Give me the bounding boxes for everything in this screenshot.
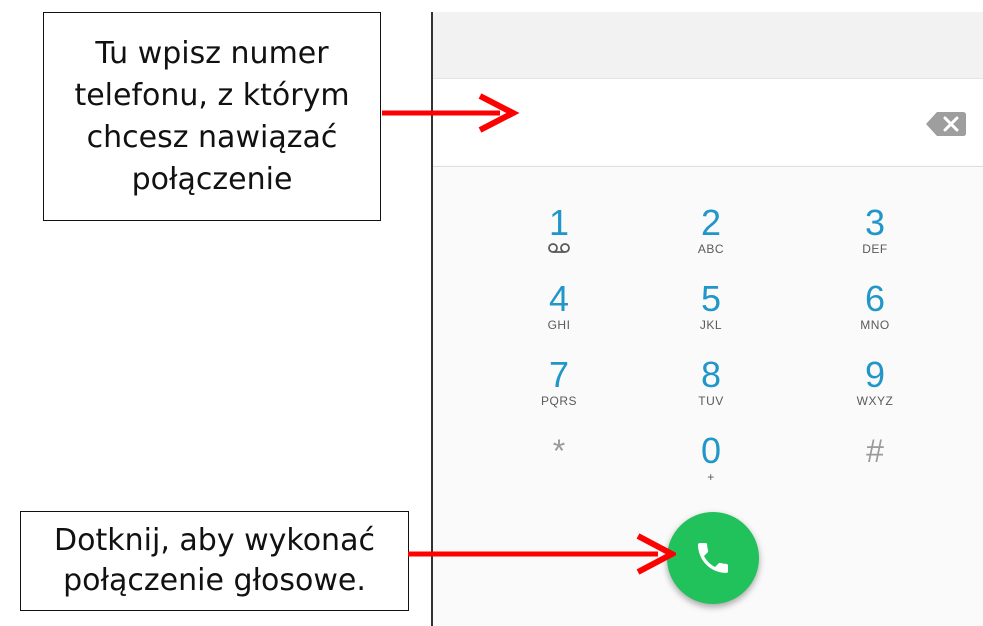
key-letters: PQRS (540, 394, 577, 408)
key-symbol: # (866, 433, 884, 469)
key-letters: JKL (699, 318, 723, 332)
key-digit: 5 (700, 278, 722, 319)
key-digit: 6 (864, 278, 886, 319)
number-hint-text: Tu wpisz numer telefonu, z którym chcesz… (74, 33, 349, 201)
dialpad-key-star[interactable]: * (489, 432, 629, 502)
dialpad-key-2[interactable]: 2 ABC (641, 204, 781, 274)
number-hint-line: telefonu, z którym (74, 77, 350, 113)
key-symbol: * (552, 433, 566, 469)
key-digit: 0 (700, 430, 722, 471)
key-digit: 8 (700, 354, 722, 395)
key-digit: 3 (864, 202, 886, 243)
key-digit: 7 (548, 354, 570, 395)
call-hint-text: Dotknij, aby wykonać połączenie głosowe. (54, 521, 375, 601)
call-hint-callout: Dotknij, aby wykonać połączenie głosowe. (20, 511, 409, 611)
dialpad-key-0[interactable]: 0 + (641, 432, 781, 502)
key-letters: ABC (697, 242, 725, 256)
dialpad-key-4[interactable]: 4 GHI (489, 280, 629, 350)
dialpad-key-3[interactable]: 3 DEF (805, 204, 945, 274)
number-hint-callout: Tu wpisz numer telefonu, z którym chcesz… (43, 12, 381, 221)
dialpad-key-6[interactable]: 6 MNO (805, 280, 945, 350)
call-hint-arrow (408, 533, 676, 575)
key-digit: 1 (548, 202, 570, 243)
dialpad-key-1[interactable]: 1 (489, 204, 629, 274)
dialpad-key-7[interactable]: 7 PQRS (489, 356, 629, 426)
call-button[interactable] (667, 512, 759, 604)
dialpad-key-hash[interactable]: # (805, 432, 945, 502)
key-letters: + (707, 470, 715, 484)
dialpad-key-9[interactable]: 9 WXYZ (805, 356, 945, 426)
key-letters: TUV (698, 394, 724, 408)
key-letters: WXYZ (856, 394, 894, 408)
dialpad-key-5[interactable]: 5 JKL (641, 280, 781, 350)
key-digit: 9 (864, 354, 886, 395)
key-letters: GHI (547, 318, 571, 332)
key-letters: DEF (862, 242, 888, 256)
number-hint-arrow (382, 93, 520, 133)
phone-icon (698, 543, 728, 573)
number-hint-line: Tu wpisz numer (95, 35, 329, 71)
key-digit: 4 (548, 278, 570, 319)
call-hint-line: Dotknij, aby wykonać (54, 523, 375, 558)
dialpad-key-8[interactable]: 8 TUV (641, 356, 781, 426)
key-letters: MNO (860, 318, 890, 332)
key-digit: 2 (700, 202, 722, 243)
number-hint-line: połączenie (131, 161, 293, 197)
call-hint-line: połączenie głosowe. (63, 563, 366, 598)
voicemail-icon (548, 243, 570, 253)
number-hint-line: chcesz nawiązać (86, 119, 338, 155)
